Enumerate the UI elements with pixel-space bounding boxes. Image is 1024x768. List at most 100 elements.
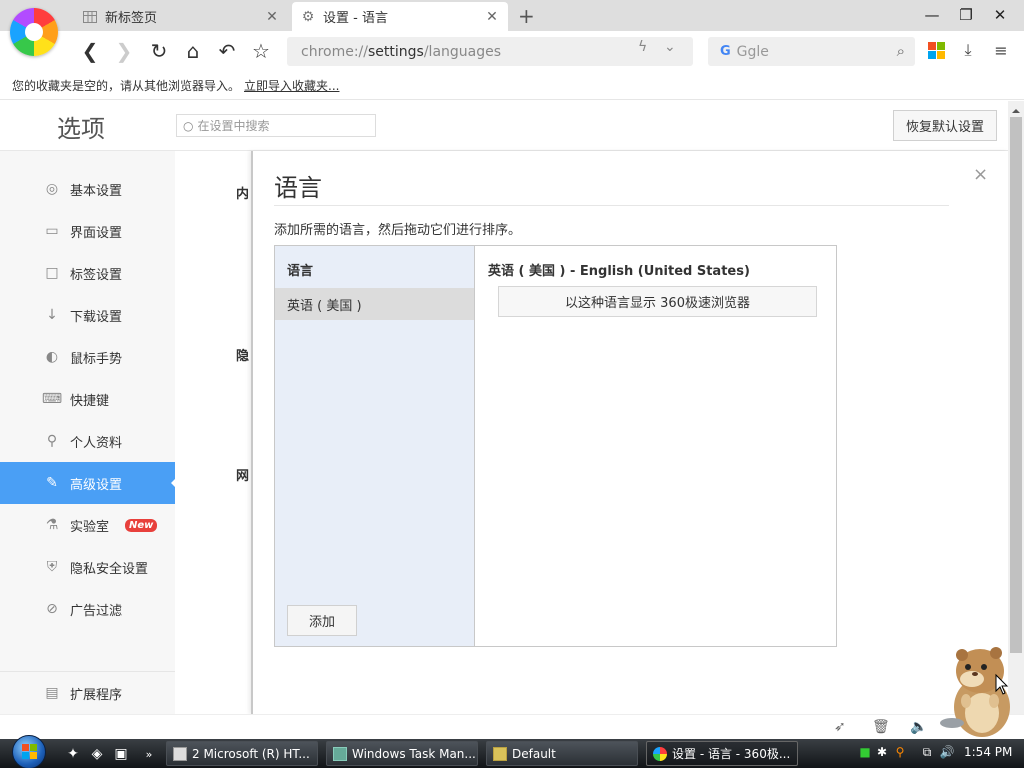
taskbar-button-default[interactable]: Default <box>486 741 638 766</box>
page-title: 选项 <box>57 115 105 143</box>
quicklaunch-desktop-icon[interactable]: ▣ <box>112 745 130 763</box>
minimize-button[interactable]: — <box>917 4 947 26</box>
favorite-star-button[interactable]: ☆ <box>247 37 275 65</box>
shield-icon: ⛨ <box>46 559 58 575</box>
settings-page: 选项 ○ 在设置中搜索 恢复默认设置 ◎ 基本设置 ▭ 界面设置 □ 标签设置 ↓ 下载… <box>0 101 1008 714</box>
browser-logo[interactable] <box>10 8 58 56</box>
url-path: /languages <box>423 43 502 60</box>
tab-settings-languages[interactable]: ⚙ 设置 - 语言 ✕ <box>292 2 508 31</box>
tab-new-tab[interactable]: 新标签页 ✕ <box>74 2 288 31</box>
extension-icon: ▤ <box>45 685 59 701</box>
restore-defaults-button[interactable]: 恢复默认设置 <box>893 110 997 141</box>
close-icon[interactable]: × <box>973 164 988 185</box>
quicklaunch-icon-1[interactable]: ✦ <box>64 745 82 763</box>
bookmarks-empty-text: 您的收藏夹是空的，请从其他浏览器导入。 <box>12 79 241 93</box>
section-label-privacy: 隐 <box>236 349 250 364</box>
sidebar-item-shortcuts[interactable]: ⌨ 快捷键 <box>0 378 175 420</box>
sidebar-item-label: 标签设置 <box>70 267 123 283</box>
dialog-divider <box>274 205 949 206</box>
url-prefix: chrome:// <box>301 43 368 60</box>
sidebar-item-mouse-gestures[interactable]: ◐ 鼠标手势 <box>0 336 175 378</box>
rocket-icon[interactable]: ➶ <box>834 719 846 735</box>
start-button[interactable] <box>8 734 50 768</box>
sidebar-item-lab[interactable]: ⚗ 实验室 New <box>0 504 175 546</box>
search-icon: ○ <box>183 118 194 133</box>
chevron-down-icon[interactable]: ⌄ <box>664 39 676 55</box>
tray-network-icon[interactable]: ⧉ <box>920 745 934 759</box>
console-icon <box>173 746 187 761</box>
sidebar-item-basic[interactable]: ◎ 基本设置 <box>0 168 175 210</box>
quicklaunch-icon-2[interactable]: ◈ <box>88 745 106 763</box>
tab-title: 设置 - 语言 <box>323 11 388 26</box>
display-in-language-button[interactable]: 以这种语言显示 360极速浏览器 <box>498 286 817 317</box>
sidebar-item-label: 高级设置 <box>70 477 123 493</box>
import-bookmarks-link[interactable]: 立即导入收藏夹... <box>244 79 339 93</box>
tray-volume-icon[interactable]: 🔊 <box>940 745 955 759</box>
scroll-up-arrow[interactable] <box>1012 105 1020 113</box>
apps-grid-icon[interactable] <box>926 40 946 60</box>
home-button[interactable]: ⌂ <box>179 37 207 65</box>
keyboard-icon: ⌨ <box>41 391 63 407</box>
lightning-icon[interactable]: ϟ <box>638 39 647 55</box>
sidebar-item-label: 鼠标手势 <box>70 351 123 367</box>
language-list: 语言 英语 ( 美国 ) 添加 <box>275 246 475 646</box>
tray-green-icon[interactable]: ■ <box>858 745 872 759</box>
language-panel: 语言 英语 ( 美国 ) 添加 英语 ( 美国 ) - English (Uni… <box>274 245 837 647</box>
search-icon[interactable]: ⌕ <box>897 42 905 60</box>
download-icon: ↓ <box>46 307 58 323</box>
sidebar-item-label: 基本设置 <box>70 183 123 199</box>
tray-search-icon[interactable]: ⚲ <box>893 745 907 759</box>
sidebar-item-profile[interactable]: ⚲ 个人资料 <box>0 420 175 462</box>
sidebar-item-privacy[interactable]: ⛨ 隐私安全设置 <box>0 546 175 588</box>
sidebar-item-adblock[interactable]: ⊘ 广告过滤 <box>0 588 175 630</box>
restore-window-button[interactable]: ❐ <box>951 4 981 26</box>
taskbar-button-label: 2 Microsoft (R) HT... <box>192 746 310 761</box>
language-dialog: 语言 × 添加所需的语言，然后拖动它们进行排序。 语言 英语 ( 美国 ) 添加… <box>251 151 1008 714</box>
speaker-icon[interactable]: 🔈 <box>910 719 927 735</box>
language-list-header: 语言 <box>287 264 314 279</box>
close-tab-icon[interactable]: ✕ <box>264 9 280 25</box>
url-host: settings <box>368 43 424 60</box>
taskbar-button-console[interactable]: 2 Microsoft (R) HT... <box>166 741 318 766</box>
address-bar[interactable]: chrome://settings/languages <box>287 37 693 66</box>
undo-close-button[interactable]: ↶ <box>213 37 241 65</box>
page-scrollbar[interactable] <box>1008 101 1024 714</box>
taskbar-clock[interactable]: 1:54 PM <box>964 745 1012 759</box>
tray-app-icon[interactable]: ✱ <box>875 745 889 759</box>
new-tab-button[interactable]: + <box>518 4 535 28</box>
settings-header: 选项 ○ 在设置中搜索 恢复默认设置 <box>0 101 1008 151</box>
quicklaunch-overflow-icon[interactable]: » <box>140 745 158 763</box>
sidebar-item-label: 广告过滤 <box>70 603 123 619</box>
bookmark-bar: 您的收藏夹是空的，请从其他浏览器导入。 立即导入收藏夹... <box>0 70 1024 100</box>
taskbar-button-task-manager[interactable]: Windows Task Man... <box>326 741 478 766</box>
tab-icon: □ <box>45 265 59 281</box>
sidebar-item-extensions[interactable]: ▤ 扩展程序 <box>0 672 175 714</box>
reload-button[interactable]: ↻ <box>145 37 173 65</box>
taskbar-button-browser[interactable]: 设置 - 语言 - 360极... <box>646 741 798 766</box>
settings-search-input[interactable]: ○ 在设置中搜索 <box>176 114 376 137</box>
sidebar-item-label: 下载设置 <box>70 309 123 325</box>
sidebar-item-advanced[interactable]: ✎ 高级设置 <box>0 462 176 504</box>
close-tab-icon[interactable]: ✕ <box>484 9 500 25</box>
browser-status-bar: ➶ 🗑 🔈 <box>0 714 1024 739</box>
sidebar-item-interface[interactable]: ▭ 界面设置 <box>0 210 175 252</box>
close-window-button[interactable]: ✕ <box>985 4 1015 26</box>
scrollbar-thumb[interactable] <box>1010 117 1022 653</box>
folder-icon <box>493 746 507 761</box>
dialog-title: 语言 <box>274 174 322 202</box>
wrench-icon: ✎ <box>46 475 58 491</box>
menu-icon[interactable]: ≡ <box>991 40 1011 60</box>
language-list-item[interactable]: 英语 ( 美国 ) <box>275 288 474 320</box>
sidebar-item-label: 个人资料 <box>70 435 123 451</box>
grid-icon <box>82 9 98 25</box>
taskbar-button-label: Windows Task Man... <box>352 746 476 761</box>
back-button[interactable]: ❮ <box>76 37 104 65</box>
sidebar-item-label: 扩展程序 <box>70 687 123 703</box>
sidebar-item-tabs[interactable]: □ 标签设置 <box>0 252 175 294</box>
search-box[interactable]: G Ggle ⌕ <box>708 37 915 66</box>
download-icon[interactable]: ⤓ <box>958 40 978 60</box>
trash-icon[interactable]: 🗑 <box>872 719 890 735</box>
add-language-button[interactable]: 添加 <box>287 605 357 636</box>
forward-button[interactable]: ❯ <box>110 37 138 65</box>
sidebar-item-download[interactable]: ↓ 下载设置 <box>0 294 175 336</box>
